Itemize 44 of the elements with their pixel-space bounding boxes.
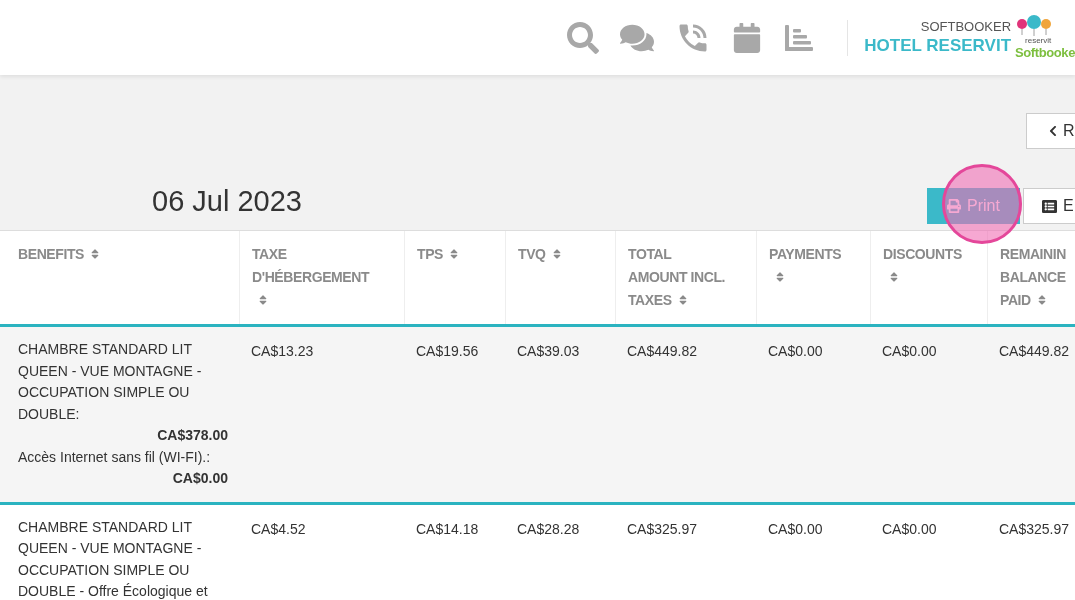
table-cell: CA$325.97: [999, 520, 1070, 537]
column-header[interactable]: REMAININ BALANCE PAID: [1000, 243, 1070, 312]
benefit-label: CHAMBRE STANDARD LIT QUEEN - VUE MONTAGNE - OCCUPATION SIMPLE OU DOUBLE:: [18, 340, 203, 424]
sort-icon[interactable]: [774, 270, 786, 283]
balloons-logo-icon: [1015, 15, 1054, 38]
table-cell: CA$13.23: [251, 343, 314, 359]
back-button[interactable]: R: [1026, 113, 1075, 149]
chart-icon[interactable]: [783, 22, 815, 53]
column-header[interactable]: DISCOUNTS: [883, 243, 975, 289]
benefit-amount: CA$0.00: [172, 469, 228, 488]
column-header[interactable]: TOTAL AMOUNT INCL. TAXES: [628, 243, 730, 312]
table-cell: CA$0.00: [768, 520, 823, 537]
column-header[interactable]: TVQ: [518, 243, 598, 266]
list-icon: [1042, 198, 1057, 214]
column-header[interactable]: BENEFITS: [18, 243, 218, 266]
hotel-name: HOTEL RESERVIT: [864, 35, 1012, 57]
column-header[interactable]: TPS: [417, 243, 497, 266]
column-header[interactable]: PAYMENTS: [769, 243, 851, 289]
search-icon[interactable]: [567, 21, 599, 54]
table-cell: CA$4.52: [251, 520, 306, 537]
column-header[interactable]: TAXE D'HÉBERGEMENT: [252, 243, 372, 312]
logo-small-text: reservit: [1025, 37, 1052, 46]
report-date: 06 Jul 2023: [152, 187, 302, 216]
logo-text: Softbooke: [1015, 45, 1075, 62]
sort-icon[interactable]: [257, 293, 269, 306]
benefit-amount: CA$378.00: [157, 426, 228, 445]
table-cell: CA$28.28: [517, 520, 580, 537]
table-cell: CA$0.00: [882, 343, 937, 359]
company-name: SOFTBOOKER: [920, 18, 1012, 35]
benefit-label: Accès Internet sans fil (WI-FI).:: [18, 447, 212, 467]
table-cell: CA$39.03: [517, 343, 580, 359]
table-cell: CA$0.00: [768, 343, 823, 359]
print-icon: [947, 199, 962, 213]
table-cell: CA$449.82: [627, 343, 698, 359]
table-cell: CA$0.00: [882, 520, 937, 537]
sort-icon[interactable]: [888, 270, 900, 283]
table-cell: CA$19.56: [416, 343, 479, 359]
chevron-left-icon: [1047, 125, 1059, 137]
table-cell: CA$449.82: [999, 343, 1070, 359]
table-cell: CA$14.18: [416, 520, 479, 537]
export-button[interactable]: E: [1023, 188, 1075, 224]
table-cell: CA$325.97: [627, 520, 698, 537]
calendar-icon[interactable]: [732, 22, 762, 53]
benefit-label: CHAMBRE STANDARD LIT QUEEN - VUE MONTAGNE - OCCUPATION SIMPLE OU DOUBLE - Offre Écologique et: [18, 517, 209, 600]
